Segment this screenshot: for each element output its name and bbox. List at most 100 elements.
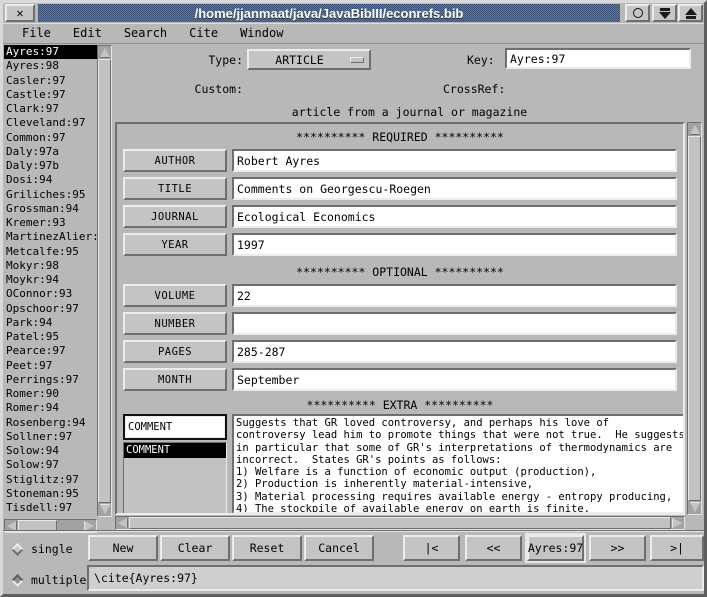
form-horizontal-scrollbar[interactable] [115,516,685,530]
field-label-button[interactable]: AUTHOR [123,149,227,172]
field-row: YEAR [123,233,677,256]
reference-list-item[interactable]: Grossman:94 [4,202,97,216]
nav-button[interactable]: << [465,535,522,561]
window-maximize-button[interactable] [678,4,703,22]
field-label-button[interactable]: TITLE [123,177,227,200]
form-vertical-scrollbar[interactable] [687,122,702,515]
scroll-up-icon[interactable] [98,46,111,59]
mode-multiple[interactable]: multiple [3,565,87,595]
nav-button[interactable]: |< [403,535,460,561]
reference-list-item[interactable]: Solow:94 [4,444,97,458]
scrollbar-thumb[interactable] [688,136,701,501]
mode-single[interactable]: single [3,534,87,564]
field-input[interactable] [232,340,677,363]
menu-item[interactable]: Window [231,24,292,42]
field-label-button[interactable]: YEAR [123,233,227,256]
nav-button[interactable]: Ayres:97 [527,535,584,561]
field-input[interactable] [232,368,677,391]
field-input[interactable] [232,284,677,307]
field-row: MONTH [123,368,677,391]
scrollbar-thumb[interactable] [129,517,671,529]
extra-field-column: COMMENT [123,414,227,514]
reference-list-item[interactable]: Mokyr:98 [4,259,97,273]
reference-list-item[interactable]: Cleveland:97 [4,116,97,130]
menu-item[interactable]: File [13,24,60,42]
field-label-button[interactable]: JOURNAL [123,205,227,228]
field-label-button[interactable]: PAGES [123,340,227,363]
extra-field-name-input[interactable] [123,414,227,440]
scrollbar-track[interactable] [129,517,671,529]
cite-input[interactable] [87,565,704,591]
reference-list-item[interactable]: Park:94 [4,316,97,330]
reference-list-item[interactable]: Daly:97a [4,145,97,159]
type-dropdown[interactable]: ARTICLE [247,49,371,70]
reference-list-item[interactable]: Peet:97 [4,359,97,373]
title-bar[interactable]: ✕ /home/jjanmaat/java/JavaBibIII/econref… [3,3,704,23]
reference-list-item[interactable]: Casler:97 [4,74,97,88]
scroll-down-icon[interactable] [98,503,111,516]
key-input[interactable] [505,48,691,69]
required-section-header: ********** REQUIRED ********** [121,130,679,144]
field-input[interactable] [232,177,677,200]
reference-list-item[interactable]: Kremer:93 [4,216,97,230]
field-input[interactable] [232,205,677,228]
reference-list-item[interactable]: Ayres:98 [4,59,97,73]
scrollbar-thumb[interactable] [98,59,111,503]
reference-list-item[interactable]: Romer:90 [4,387,97,401]
nav-button[interactable]: >> [589,535,646,561]
clear-button[interactable]: Clear [160,535,230,561]
scroll-right-icon[interactable] [671,517,684,529]
footer-divider [3,530,704,532]
reference-list-item[interactable]: MartinezAlier:97 [4,230,97,244]
menu-item[interactable]: Edit [64,24,111,42]
radio-diamond-icon[interactable] [11,543,24,556]
reference-list-item[interactable]: Romer:94 [4,401,97,415]
reset-button[interactable]: Reset [232,535,302,561]
reference-list-item[interactable]: Daly:97b [4,159,97,173]
new-button[interactable]: New [88,535,158,561]
reference-list-item[interactable]: Opschoor:97 [4,302,97,316]
reference-list-item[interactable]: Stiglitz:97 [4,473,97,487]
field-label-button[interactable]: VOLUME [123,284,227,307]
field-label-button[interactable]: NUMBER [123,312,227,335]
reference-list-item[interactable]: Stoneman:95 [4,487,97,501]
extra-field-list-item[interactable]: COMMENT [124,443,226,458]
field-input[interactable] [232,312,677,335]
reference-list-item[interactable]: Rosenberg:94 [4,416,97,430]
extra-field-list: COMMENT [123,442,227,514]
cancel-button[interactable]: Cancel [304,535,374,561]
reference-list-item[interactable]: Clark:97 [4,102,97,116]
window-menu-button[interactable] [625,4,650,22]
reference-list-item[interactable]: Dosi:94 [4,173,97,187]
reference-list-item[interactable]: Pearce:97 [4,344,97,358]
reference-list-item[interactable]: Solow:97 [4,458,97,472]
reference-list-item[interactable]: Tisdell:97 [4,501,97,515]
reference-list-item[interactable]: Perrings:97 [4,373,97,387]
reference-list-item[interactable]: Patel:95 [4,330,97,344]
scrollbar-track[interactable] [98,59,111,503]
window-close-button[interactable]: ✕ [5,4,35,22]
reference-list-item[interactable]: OConnor:93 [4,287,97,301]
menu-item[interactable]: Search [115,24,176,42]
nav-button[interactable]: >| [650,535,704,561]
reference-list-item[interactable]: Metcalfe:95 [4,245,97,259]
window-shade-button[interactable] [652,4,677,22]
field-input[interactable] [232,149,677,172]
scroll-up-icon[interactable] [688,123,701,136]
field-input[interactable] [232,233,677,256]
reference-list-item[interactable]: Common:97 [4,131,97,145]
scrollbar-track[interactable] [688,136,701,501]
scroll-left-icon[interactable] [116,517,129,529]
field-label-button[interactable]: MONTH [123,368,227,391]
reference-list-item[interactable]: Castle:97 [4,88,97,102]
reference-list-item[interactable]: Sollner:97 [4,430,97,444]
reference-list-item[interactable]: Moykr:94 [4,273,97,287]
comment-textarea[interactable]: Suggests that GR loved controversy, and … [232,414,685,514]
menu-bar: FileEditSearchCiteWindow [3,23,704,44]
list-vertical-scrollbar[interactable] [97,45,112,517]
reference-list-item[interactable]: Ayres:97 [4,45,97,59]
radio-diamond-icon[interactable] [11,574,24,587]
menu-item[interactable]: Cite [180,24,227,42]
reference-list-item[interactable]: Griliches:95 [4,188,97,202]
scroll-down-icon[interactable] [688,501,701,514]
